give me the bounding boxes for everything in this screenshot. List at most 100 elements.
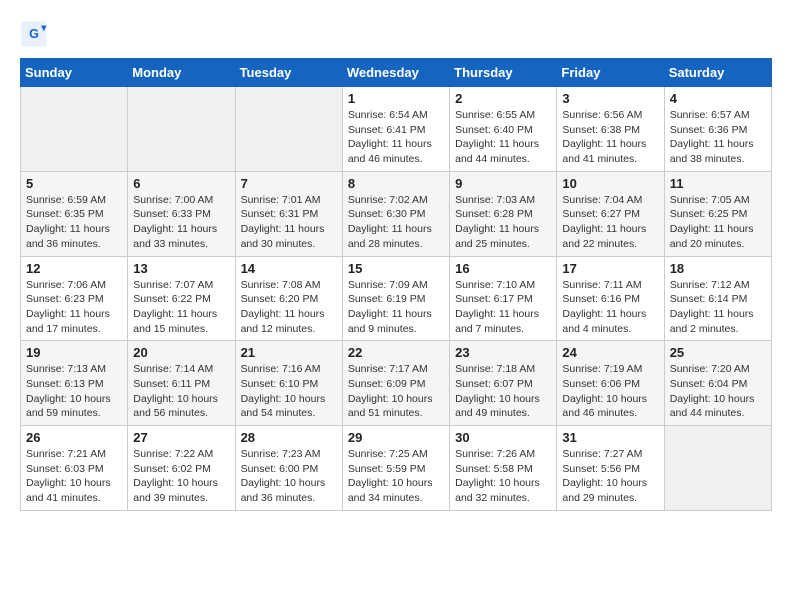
calendar-cell: 18 Sunrise: 7:12 AM Sunset: 6:14 PM Dayli… bbox=[664, 256, 771, 341]
day-info: Sunrise: 7:13 AM Sunset: 6:13 PM Dayligh… bbox=[26, 362, 122, 421]
day-number: 20 bbox=[133, 345, 229, 360]
logo: G bbox=[20, 20, 52, 48]
day-number: 12 bbox=[26, 261, 122, 276]
calendar-cell: 11 Sunrise: 7:05 AM Sunset: 6:25 PM Dayli… bbox=[664, 171, 771, 256]
day-number: 6 bbox=[133, 176, 229, 191]
day-info: Sunrise: 7:21 AM Sunset: 6:03 PM Dayligh… bbox=[26, 447, 122, 506]
day-info: Sunrise: 7:00 AM Sunset: 6:33 PM Dayligh… bbox=[133, 193, 229, 252]
day-number: 18 bbox=[670, 261, 766, 276]
day-number: 5 bbox=[26, 176, 122, 191]
calendar-cell: 14Sunrise: 7:08 AM Sunset: 6:20 PM Dayli… bbox=[235, 256, 342, 341]
calendar-cell: 28 Sunrise: 7:23 AM Sunset: 6:00 PM Dayli… bbox=[235, 426, 342, 511]
day-info: Sunrise: 7:10 AM Sunset: 6:17 PM Dayligh… bbox=[455, 278, 551, 337]
day-number: 16 bbox=[455, 261, 551, 276]
day-number: 28 bbox=[241, 430, 337, 445]
calendar-cell: 27 Sunrise: 7:22 AM Sunset: 6:02 PM Dayli… bbox=[128, 426, 235, 511]
calendar-cell: 24Sunrise: 7:19 AM Sunset: 6:06 PM Dayli… bbox=[557, 341, 664, 426]
calendar-cell: 4 Sunrise: 6:57 AM Sunset: 6:36 PM Daylig… bbox=[664, 87, 771, 172]
calendar-cell: 6 Sunrise: 7:00 AM Sunset: 6:33 PM Daylig… bbox=[128, 171, 235, 256]
calendar-cell: 13 Sunrise: 7:07 AM Sunset: 6:22 PM Dayli… bbox=[128, 256, 235, 341]
day-number: 17 bbox=[562, 261, 658, 276]
header: G bbox=[20, 20, 772, 48]
day-number: 8 bbox=[348, 176, 444, 191]
calendar-cell: 22 Sunrise: 7:17 AM Sunset: 6:09 PM Dayli… bbox=[342, 341, 449, 426]
calendar-cell: 3 Sunrise: 6:56 AM Sunset: 6:38 PM Daylig… bbox=[557, 87, 664, 172]
day-info: Sunrise: 7:26 AM Sunset: 5:58 PM Dayligh… bbox=[455, 447, 551, 506]
calendar-cell: 25Sunrise: 7:20 AM Sunset: 6:04 PM Dayli… bbox=[664, 341, 771, 426]
day-number: 30 bbox=[455, 430, 551, 445]
day-number: 25 bbox=[670, 345, 766, 360]
calendar-cell: 30 Sunrise: 7:26 AM Sunset: 5:58 PM Dayli… bbox=[450, 426, 557, 511]
day-number: 27 bbox=[133, 430, 229, 445]
calendar-cell bbox=[21, 87, 128, 172]
calendar-cell: 21 Sunrise: 7:16 AM Sunset: 6:10 PM Dayli… bbox=[235, 341, 342, 426]
day-info: Sunrise: 7:06 AM Sunset: 6:23 PM Dayligh… bbox=[26, 278, 122, 337]
day-number: 13 bbox=[133, 261, 229, 276]
day-info: Sunrise: 7:16 AM Sunset: 6:10 PM Dayligh… bbox=[241, 362, 337, 421]
calendar-cell: 9 Sunrise: 7:03 AM Sunset: 6:28 PM Daylig… bbox=[450, 171, 557, 256]
weekday-header-tuesday: Tuesday bbox=[235, 59, 342, 87]
calendar-cell: 16 Sunrise: 7:10 AM Sunset: 6:17 PM Dayli… bbox=[450, 256, 557, 341]
day-info: Sunrise: 7:27 AM Sunset: 5:56 PM Dayligh… bbox=[562, 447, 658, 506]
day-info: Sunrise: 7:09 AM Sunset: 6:19 PM Dayligh… bbox=[348, 278, 444, 337]
day-info: Sunrise: 6:57 AM Sunset: 6:36 PM Dayligh… bbox=[670, 108, 766, 167]
weekday-header-saturday: Saturday bbox=[664, 59, 771, 87]
day-number: 22 bbox=[348, 345, 444, 360]
day-info: Sunrise: 7:11 AM Sunset: 6:16 PM Dayligh… bbox=[562, 278, 658, 337]
day-number: 19 bbox=[26, 345, 122, 360]
day-info: Sunrise: 7:03 AM Sunset: 6:28 PM Dayligh… bbox=[455, 193, 551, 252]
day-info: Sunrise: 7:04 AM Sunset: 6:27 PM Dayligh… bbox=[562, 193, 658, 252]
day-info: Sunrise: 7:05 AM Sunset: 6:25 PM Dayligh… bbox=[670, 193, 766, 252]
day-number: 7 bbox=[241, 176, 337, 191]
day-info: Sunrise: 7:23 AM Sunset: 6:00 PM Dayligh… bbox=[241, 447, 337, 506]
calendar-cell: 29Sunrise: 7:25 AM Sunset: 5:59 PM Dayli… bbox=[342, 426, 449, 511]
day-info: Sunrise: 6:55 AM Sunset: 6:40 PM Dayligh… bbox=[455, 108, 551, 167]
day-info: Sunrise: 7:08 AM Sunset: 6:20 PM Dayligh… bbox=[241, 278, 337, 337]
calendar-cell bbox=[664, 426, 771, 511]
calendar-cell: 10 Sunrise: 7:04 AM Sunset: 6:27 PM Dayli… bbox=[557, 171, 664, 256]
calendar-cell: 26 Sunrise: 7:21 AM Sunset: 6:03 PM Dayli… bbox=[21, 426, 128, 511]
day-number: 15 bbox=[348, 261, 444, 276]
svg-text:G: G bbox=[29, 27, 39, 41]
day-number: 4 bbox=[670, 91, 766, 106]
day-info: Sunrise: 7:12 AM Sunset: 6:14 PM Dayligh… bbox=[670, 278, 766, 337]
calendar-cell: 2 Sunrise: 6:55 AM Sunset: 6:40 PM Daylig… bbox=[450, 87, 557, 172]
calendar-cell: 12 Sunrise: 7:06 AM Sunset: 6:23 PM Dayli… bbox=[21, 256, 128, 341]
day-number: 24 bbox=[562, 345, 658, 360]
day-number: 31 bbox=[562, 430, 658, 445]
calendar-cell: 20 Sunrise: 7:14 AM Sunset: 6:11 PM Dayli… bbox=[128, 341, 235, 426]
weekday-header-thursday: Thursday bbox=[450, 59, 557, 87]
weekday-header-wednesday: Wednesday bbox=[342, 59, 449, 87]
calendar-cell: 8 Sunrise: 7:02 AM Sunset: 6:30 PM Daylig… bbox=[342, 171, 449, 256]
day-info: Sunrise: 7:02 AM Sunset: 6:30 PM Dayligh… bbox=[348, 193, 444, 252]
day-number: 23 bbox=[455, 345, 551, 360]
day-info: Sunrise: 7:18 AM Sunset: 6:07 PM Dayligh… bbox=[455, 362, 551, 421]
calendar-cell: 31 Sunrise: 7:27 AM Sunset: 5:56 PM Dayli… bbox=[557, 426, 664, 511]
day-number: 11 bbox=[670, 176, 766, 191]
day-number: 29 bbox=[348, 430, 444, 445]
weekday-header-monday: Monday bbox=[128, 59, 235, 87]
day-info: Sunrise: 7:01 AM Sunset: 6:31 PM Dayligh… bbox=[241, 193, 337, 252]
calendar-cell: 15 Sunrise: 7:09 AM Sunset: 6:19 PM Dayli… bbox=[342, 256, 449, 341]
day-number: 9 bbox=[455, 176, 551, 191]
logo-icon: G bbox=[20, 20, 48, 48]
day-number: 2 bbox=[455, 91, 551, 106]
day-info: Sunrise: 7:07 AM Sunset: 6:22 PM Dayligh… bbox=[133, 278, 229, 337]
calendar-cell: 23 Sunrise: 7:18 AM Sunset: 6:07 PM Dayli… bbox=[450, 341, 557, 426]
day-info: Sunrise: 6:59 AM Sunset: 6:35 PM Dayligh… bbox=[26, 193, 122, 252]
day-number: 3 bbox=[562, 91, 658, 106]
day-info: Sunrise: 7:22 AM Sunset: 6:02 PM Dayligh… bbox=[133, 447, 229, 506]
calendar-cell: 5 Sunrise: 6:59 AM Sunset: 6:35 PM Daylig… bbox=[21, 171, 128, 256]
day-number: 21 bbox=[241, 345, 337, 360]
weekday-header-sunday: Sunday bbox=[21, 59, 128, 87]
calendar-cell: 1Sunrise: 6:54 AM Sunset: 6:41 PM Daylig… bbox=[342, 87, 449, 172]
calendar-cell: 19 Sunrise: 7:13 AM Sunset: 6:13 PM Dayli… bbox=[21, 341, 128, 426]
day-info: Sunrise: 7:14 AM Sunset: 6:11 PM Dayligh… bbox=[133, 362, 229, 421]
day-number: 10 bbox=[562, 176, 658, 191]
day-number: 26 bbox=[26, 430, 122, 445]
day-number: 1 bbox=[348, 91, 444, 106]
calendar-cell bbox=[128, 87, 235, 172]
day-info: Sunrise: 7:17 AM Sunset: 6:09 PM Dayligh… bbox=[348, 362, 444, 421]
calendar-cell: 17 Sunrise: 7:11 AM Sunset: 6:16 PM Dayli… bbox=[557, 256, 664, 341]
day-info: Sunrise: 6:56 AM Sunset: 6:38 PM Dayligh… bbox=[562, 108, 658, 167]
